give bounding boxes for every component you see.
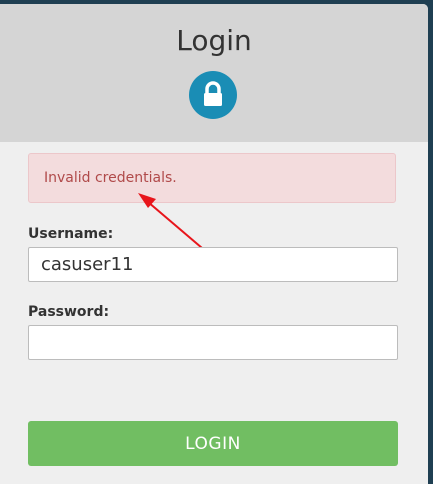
error-alert: Invalid credentials. xyxy=(28,153,396,203)
password-input[interactable] xyxy=(28,325,398,360)
error-message: Invalid credentials. xyxy=(44,170,177,186)
login-button[interactable]: LOGIN xyxy=(28,421,398,466)
page-title: Login xyxy=(176,24,252,57)
login-header: Login xyxy=(0,4,428,142)
password-label: Password: xyxy=(28,304,110,320)
username-label: Username: xyxy=(28,226,114,242)
login-panel: Login Invalid credentials. Username: Pas… xyxy=(0,4,428,484)
username-input[interactable] xyxy=(28,247,398,282)
lock-icon xyxy=(189,71,237,119)
